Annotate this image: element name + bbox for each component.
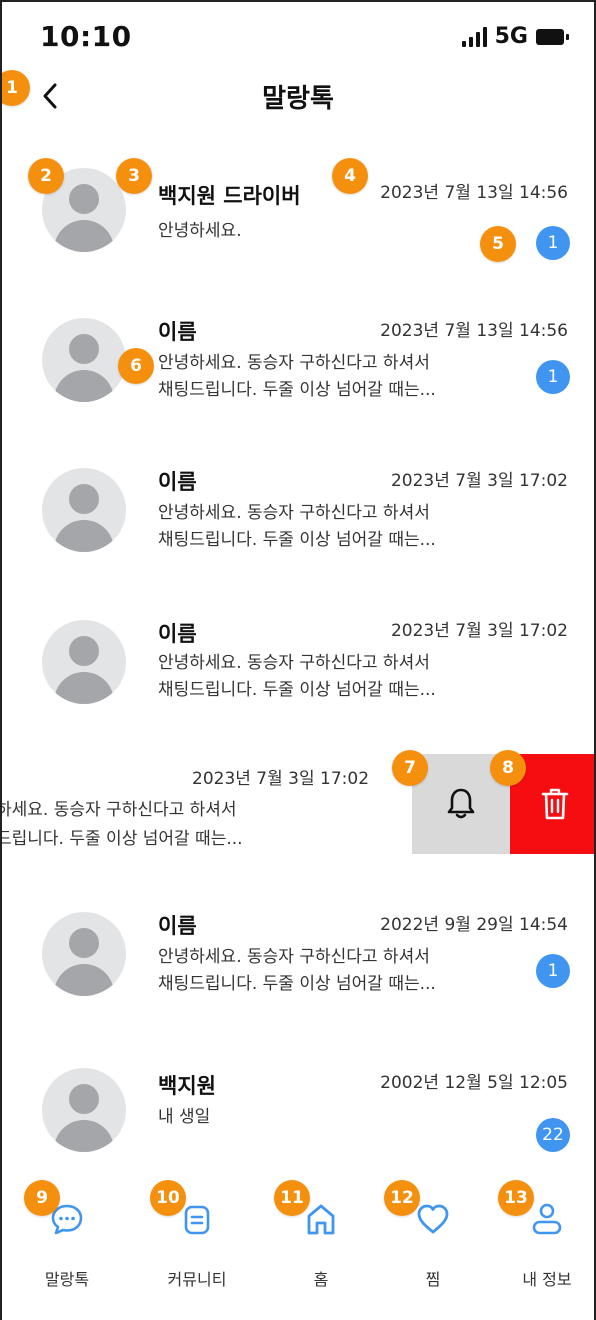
chat-preview: 안녕하세요. 동승자 구하신다고 하셔서 채팅드립니다. 두줄 이상 넘어갈 때… bbox=[158, 350, 488, 404]
chat-preview-line: 드립니다. 두줄 이상 넘어갈 때는... bbox=[0, 829, 243, 849]
marker-badge: 11 bbox=[274, 1180, 310, 1216]
chat-name: 백지원 bbox=[158, 1074, 216, 1098]
chat-timestamp: 2023년 7월 3일 17:02 bbox=[390, 621, 568, 641]
marker-badge: 5 bbox=[480, 226, 516, 262]
community-icon bbox=[184, 1205, 210, 1235]
marker-badge: 10 bbox=[150, 1180, 186, 1216]
bell-icon bbox=[447, 788, 475, 819]
nav-label: 홈 bbox=[313, 1270, 329, 1289]
marker-badge: 2 bbox=[28, 158, 64, 194]
chat-preview-line: 안녕하세요. 동승자 구하신다고 하셔서 bbox=[158, 503, 430, 523]
chat-preview: 하세요. 동승자 구하신다고 하셔서 드립니다. 두줄 이상 넘어갈 때는... bbox=[0, 796, 243, 854]
marker-badge: 3 bbox=[116, 158, 152, 194]
unread-badge: 22 bbox=[536, 1118, 570, 1152]
avatar bbox=[42, 318, 126, 402]
chat-preview: 내 생일 bbox=[158, 1104, 488, 1131]
heart-icon bbox=[417, 1204, 449, 1234]
chat-item[interactable]: 이름 2023년 7월 13일 14:56 안녕하세요. 동승자 구하신다고 하… bbox=[2, 292, 594, 442]
chat-preview-line: 채팅드립니다. 두줄 이상 넘어갈 때는... bbox=[158, 680, 436, 700]
chat-name: 이름 bbox=[158, 914, 197, 938]
nav-label: 말랑톡 bbox=[44, 1270, 90, 1289]
chat-name: 이름 bbox=[158, 320, 197, 344]
avatar bbox=[42, 468, 126, 552]
chat-preview: 안녕하세요. 동승자 구하신다고 하셔서 채팅드립니다. 두줄 이상 넘어갈 때… bbox=[158, 650, 488, 704]
home-icon bbox=[307, 1204, 335, 1235]
chat-item[interactable]: 이름 2023년 7월 3일 17:02 안녕하세요. 동승자 구하신다고 하셔… bbox=[2, 594, 594, 744]
chat-preview-line: 안녕하세요. bbox=[158, 221, 242, 241]
status-time: 10:10 bbox=[40, 20, 132, 53]
phone-frame: 10:10 5G 말랑톡 백지원 드라이버 2023년 7월 13일 14:56… bbox=[0, 0, 596, 1320]
page-title: 말랑톡 bbox=[262, 84, 334, 114]
nav-label: 내 정보 bbox=[522, 1270, 572, 1289]
header: 말랑톡 bbox=[2, 70, 594, 126]
marker-badge: 12 bbox=[384, 1180, 420, 1216]
avatar bbox=[42, 912, 126, 996]
nav-label: 커뮤니티 bbox=[167, 1270, 227, 1289]
chat-preview-line: 채팅드립니다. 두줄 이상 넘어갈 때는... bbox=[158, 380, 436, 400]
chat-timestamp: 2022년 9월 29일 14:54 bbox=[380, 915, 568, 935]
unread-badge: 1 bbox=[536, 360, 570, 394]
chat-name: 백지원 드라이버 bbox=[158, 184, 301, 208]
chat-item[interactable]: 이름 2023년 7월 3일 17:02 안녕하세요. 동승자 구하신다고 하셔… bbox=[2, 442, 594, 592]
chat-preview-line: 안녕하세요. 동승자 구하신다고 하셔서 bbox=[158, 653, 430, 673]
chat-timestamp: 2023년 7월 13일 14:56 bbox=[380, 321, 568, 341]
chat-preview: 안녕하세요. bbox=[158, 218, 488, 245]
chat-preview: 안녕하세요. 동승자 구하신다고 하셔서 채팅드립니다. 두줄 이상 넘어갈 때… bbox=[158, 944, 488, 998]
marker-badge: 6 bbox=[118, 348, 154, 384]
signal-icon bbox=[461, 26, 487, 47]
chat-preview: 안녕하세요. 동승자 구하신다고 하셔서 채팅드립니다. 두줄 이상 넘어갈 때… bbox=[158, 500, 488, 554]
battery-icon bbox=[536, 28, 569, 45]
marker-badge: 9 bbox=[24, 1180, 60, 1216]
profile-icon bbox=[532, 1203, 562, 1235]
chat-timestamp: 2023년 7월 3일 17:02 bbox=[390, 471, 568, 491]
chat-timestamp: 2023년 7월 3일 17:02 bbox=[192, 769, 370, 789]
chat-preview-line: 채팅드립니다. 두줄 이상 넘어갈 때는... bbox=[158, 530, 436, 550]
chat-preview-line: 채팅드립니다. 두줄 이상 넘어갈 때는... bbox=[158, 974, 436, 994]
chat-preview-line: 내 생일 bbox=[158, 1107, 211, 1127]
chat-preview-line: 안녕하세요. 동승자 구하신다고 하셔서 bbox=[158, 947, 430, 967]
trash-icon bbox=[541, 788, 569, 820]
unread-badge: 1 bbox=[536, 954, 570, 988]
chat-item[interactable]: 이름 2022년 9월 29일 14:54 안녕하세요. 동승자 구하신다고 하… bbox=[2, 882, 594, 1032]
unread-badge: 1 bbox=[536, 226, 570, 260]
chat-name: 이름 bbox=[158, 622, 197, 646]
chat-preview-line: 하세요. 동승자 구하신다고 하셔서 bbox=[0, 800, 237, 820]
marker-badge: 4 bbox=[332, 158, 368, 194]
chat-timestamp: 2023년 7월 13일 14:56 bbox=[380, 183, 568, 203]
nav-label: 찜 bbox=[425, 1270, 441, 1289]
chat-item[interactable]: 백지원 드라이버 2023년 7월 13일 14:56 안녕하세요. 1 bbox=[2, 142, 594, 292]
network-label: 5G bbox=[494, 24, 528, 49]
avatar bbox=[42, 1068, 126, 1152]
chat-name: 이름 bbox=[158, 470, 197, 494]
marker-badge: 13 bbox=[498, 1180, 534, 1216]
chat-preview-line: 안녕하세요. 동승자 구하신다고 하셔서 bbox=[158, 353, 430, 373]
chat-timestamp: 2002년 12월 5일 12:05 bbox=[380, 1073, 568, 1093]
marker-badge: 7 bbox=[392, 750, 428, 786]
marker-badge: 8 bbox=[490, 750, 526, 786]
avatar bbox=[42, 620, 126, 704]
chat-item[interactable]: 백지원 2002년 12월 5일 12:05 내 생일 22 bbox=[2, 1038, 594, 1188]
status-indicators: 5G bbox=[461, 24, 569, 49]
status-bar: 10:10 5G bbox=[2, 2, 594, 72]
